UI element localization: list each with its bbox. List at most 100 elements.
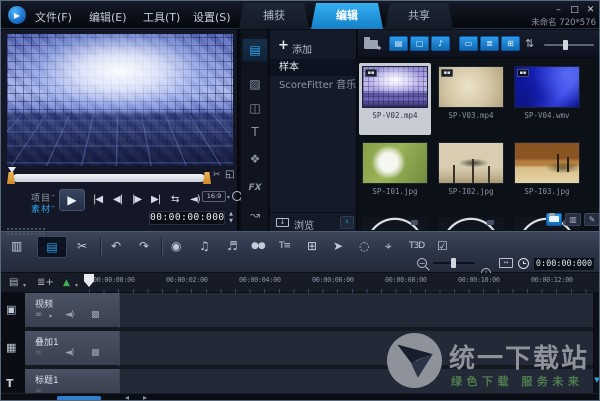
- rail-filter-icon[interactable]: FX: [243, 177, 267, 199]
- track-motion-icon[interactable]: ⌖: [385, 239, 392, 254]
- mute-track-icon[interactable]: ◄): [65, 310, 74, 320]
- track-lane-overlay[interactable]: [119, 331, 593, 367]
- view-list-button[interactable]: ≣: [480, 36, 499, 51]
- filter-photos-button[interactable]: ▢: [410, 36, 429, 51]
- library-item-spv02[interactable]: ▪▪ SP-V02.mp4: [359, 63, 431, 135]
- library-item-spv03[interactable]: ▪▪ SP-V03.mp4: [435, 63, 507, 135]
- preview-timecode[interactable]: 00:00:00:000: [149, 211, 225, 225]
- time-ruler[interactable]: 00:00:00:00 00:00:02:00 00:00:04:00 00:0…: [87, 273, 599, 293]
- scroll-down-icon[interactable]: ▼: [592, 375, 599, 385]
- storyboard-view-icon[interactable]: ▥: [11, 239, 22, 253]
- track-transparency-icon[interactable]: ▩: [91, 348, 100, 358]
- view-titles-button[interactable]: ▭: [459, 36, 478, 51]
- edit-info-button[interactable]: ✎: [584, 213, 599, 226]
- spinner-down-icon[interactable]: ▼: [227, 218, 235, 225]
- rail-transition-icon[interactable]: ◫: [243, 97, 267, 119]
- spinner-up-icon[interactable]: ▲: [227, 211, 235, 218]
- smart-package-button[interactable]: ▥: [565, 213, 581, 226]
- import-media-icon[interactable]: +: [364, 37, 382, 52]
- record-capture-icon[interactable]: ◉: [171, 239, 181, 253]
- trim-bar[interactable]: [13, 174, 205, 182]
- filter-audio-button[interactable]: ♪: [431, 36, 450, 51]
- speed-remap-icon[interactable]: ◌: [359, 239, 369, 253]
- scroll-left-icon[interactable]: ◂: [125, 393, 129, 400]
- preview-video[interactable]: [7, 34, 233, 166]
- partial-thumbnail[interactable]: [438, 217, 504, 230]
- trim-end-handle[interactable]: [203, 172, 211, 184]
- timeline-zoom-slider-handle[interactable]: [451, 258, 456, 268]
- link-clips-icon[interactable]: ∞: [35, 348, 43, 358]
- mask-creator-icon[interactable]: ☑: [437, 239, 448, 253]
- home-button[interactable]: |◀: [93, 194, 103, 205]
- timeline-timecode[interactable]: 0:00:00:000: [533, 257, 595, 271]
- library-item-spi02[interactable]: SP-I02.jpg: [435, 139, 507, 211]
- play-button[interactable]: ▶: [59, 189, 85, 211]
- auto-music-icon[interactable]: ♬: [227, 239, 238, 253]
- track-header-video[interactable]: 视频 ∞ ▾ ◄) ▩: [25, 293, 119, 329]
- add-gallery-button[interactable]: 添加: [292, 41, 312, 56]
- browse-icon[interactable]: ↓: [276, 218, 289, 227]
- browse-label[interactable]: 浏览: [294, 217, 314, 232]
- painting-creator-icon[interactable]: ●●: [251, 241, 266, 251]
- panel-splitter-handle[interactable]: [7, 228, 45, 230]
- chapter-marker-icon[interactable]: ▲: [63, 278, 70, 288]
- horizontal-scrollbar[interactable]: [57, 396, 101, 400]
- sort-icon[interactable]: ⇅: [525, 37, 534, 50]
- volume-button[interactable]: ◄): [190, 194, 201, 205]
- enlarge-preview-icon[interactable]: ◱: [225, 169, 234, 180]
- menu-edit[interactable]: 编辑(E): [89, 9, 127, 25]
- rail-graphic-icon[interactable]: ❖: [243, 148, 267, 170]
- motion-tracking-icon[interactable]: ➤: [333, 239, 343, 253]
- close-button[interactable]: ✕: [584, 4, 597, 16]
- rail-media-library-icon[interactable]: ▤: [243, 39, 267, 61]
- menu-tools[interactable]: 工具(T): [143, 9, 180, 25]
- project-duration-icon[interactable]: [518, 258, 529, 269]
- multi-camera-icon[interactable]: ⊞: [307, 239, 317, 253]
- undo-icon[interactable]: ↶: [111, 239, 121, 253]
- next-frame-button[interactable]: |▶: [132, 194, 142, 205]
- redo-icon[interactable]: ↷: [139, 239, 149, 253]
- gallery-item-scorefitter[interactable]: ScoreFitter 音乐: [270, 77, 357, 94]
- track-lane-title[interactable]: [119, 369, 593, 393]
- add-gallery-icon[interactable]: +: [278, 38, 289, 53]
- end-button[interactable]: ▶|: [151, 194, 161, 205]
- timeline-splitter-handle[interactable]: [7, 233, 45, 235]
- library-folder-button[interactable]: [546, 213, 562, 226]
- prev-frame-button[interactable]: ◀|: [113, 194, 123, 205]
- add-track-icon[interactable]: ≣+: [37, 277, 54, 288]
- editing-toolbox-icon[interactable]: ✂: [77, 239, 87, 253]
- track-manager-icon[interactable]: ▤: [9, 277, 18, 288]
- track-header-title[interactable]: 标题1 ∞: [25, 369, 119, 396]
- timeline-zoom-out-icon[interactable]: −: [417, 258, 427, 268]
- view-thumbs-button[interactable]: ⊞: [501, 36, 520, 51]
- link-clips-icon[interactable]: ∞: [35, 310, 43, 320]
- partial-thumbnail[interactable]: [362, 217, 428, 230]
- 3d-title-icon[interactable]: T3D: [409, 241, 425, 251]
- split-clip-icon[interactable]: ✂: [213, 170, 221, 180]
- menu-settings[interactable]: 设置(S): [193, 9, 231, 25]
- tab-capture[interactable]: 捕获: [239, 3, 309, 29]
- track-header-overlay[interactable]: 叠加1 ∞ ◄) ▩: [25, 331, 119, 367]
- maximize-button[interactable]: □: [568, 4, 581, 16]
- clip-mode-toggle[interactable]: 素材: [31, 202, 51, 215]
- rail-instant-project-icon[interactable]: ▨: [243, 73, 267, 95]
- thumb-size-slider-handle[interactable]: [563, 40, 568, 50]
- timeline-view-icon[interactable]: ▤: [37, 236, 67, 258]
- filter-videos-button[interactable]: ▤: [389, 36, 408, 51]
- gallery-item-samples[interactable]: 样本: [270, 59, 357, 76]
- timecode-spinner[interactable]: ▲ ▼: [227, 211, 235, 225]
- minimize-button[interactable]: –: [552, 4, 565, 16]
- menu-file[interactable]: 文件(F): [35, 9, 72, 25]
- repeat-button[interactable]: ⇆: [171, 194, 179, 205]
- library-item-spv04[interactable]: ▪▪ SP-V04.wmv: [511, 63, 583, 135]
- library-item-spi03[interactable]: SP-I03.jpg: [511, 139, 583, 211]
- link-caret-icon[interactable]: ▾: [49, 313, 52, 320]
- rail-title-icon[interactable]: T: [243, 121, 267, 143]
- library-item-spi01[interactable]: SP-I01.jpg: [359, 139, 431, 211]
- rail-motion-path-icon[interactable]: ↝: [243, 204, 267, 226]
- sound-mixer-icon[interactable]: ♫: [199, 239, 210, 253]
- track-lane-video[interactable]: [119, 293, 593, 329]
- tab-share[interactable]: 共享: [385, 3, 453, 29]
- mute-track-icon[interactable]: ◄): [65, 348, 74, 358]
- aspect-ratio-button[interactable]: 16:9: [202, 191, 226, 202]
